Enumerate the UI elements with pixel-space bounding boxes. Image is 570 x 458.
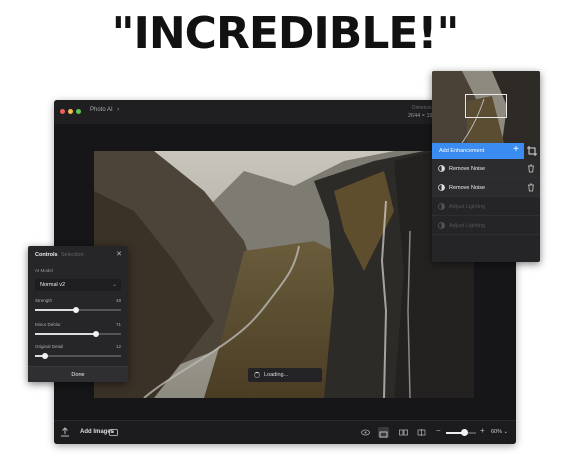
slider-value: 48	[115, 298, 121, 303]
slider-track[interactable]	[35, 306, 121, 313]
close-icon[interactable]: ✕	[116, 250, 122, 258]
photo-preview[interactable]	[94, 151, 474, 398]
add-enhancement-button[interactable]: Add Enhancement +	[432, 143, 524, 159]
chevron-right-icon[interactable]: ›	[117, 106, 119, 113]
side-by-side-icon[interactable]	[398, 427, 409, 438]
tab-controls[interactable]: Controls	[35, 252, 58, 258]
done-button[interactable]: Done	[28, 366, 128, 382]
enhancement-label: Adjust Lighting	[449, 223, 486, 229]
zoom-out-button[interactable]: −	[436, 426, 441, 435]
slider-value: 71	[115, 322, 121, 327]
lighting-icon	[438, 203, 445, 210]
bottom-toolbar: Add Images − + 60% ⌄	[54, 420, 516, 444]
slider-fill	[35, 309, 77, 311]
enhancement-item[interactable]: Adjust Lighting	[432, 197, 540, 216]
enhancement-item[interactable]: Remove Noise	[432, 159, 540, 178]
slider-label: Minor Deblur	[35, 322, 61, 327]
ai-model-value: Normal v2	[40, 282, 66, 288]
split-view-icon[interactable]	[416, 427, 427, 438]
plus-icon: +	[513, 144, 519, 155]
noise-icon	[438, 165, 445, 172]
app-title: Photo AI	[90, 107, 113, 113]
slider-handle[interactable]	[93, 330, 100, 337]
enhancement-label: Remove Noise	[449, 166, 486, 172]
landscape-photo	[94, 151, 474, 398]
slider-track[interactable]	[35, 330, 121, 337]
trash-icon[interactable]	[527, 164, 535, 173]
single-view-button[interactable]	[378, 427, 389, 438]
close-window-button[interactable]	[60, 109, 65, 114]
chevron-down-icon: ⌄	[111, 282, 117, 288]
add-image-icon[interactable]	[109, 428, 118, 437]
enhancement-item[interactable]: Remove Noise	[432, 178, 540, 197]
slider-label: Original Detail	[35, 344, 64, 349]
tab-selection[interactable]: Selection	[61, 252, 84, 258]
noise-icon	[438, 184, 445, 191]
enhancement-item[interactable]: Adjust Lighting	[432, 216, 540, 235]
slider-value: 12	[115, 344, 121, 349]
headline: "INCREDIBLE!"	[111, 8, 460, 59]
single-view-icon	[379, 431, 388, 438]
slider-fill	[35, 333, 97, 335]
controls-panel: Controls Selection ✕ AI Model Normal v2 …	[28, 246, 128, 382]
loading-indicator: Loading...	[248, 368, 322, 382]
loading-text: Loading...	[264, 372, 289, 378]
zoom-slider-handle[interactable]	[460, 429, 468, 436]
trash-icon[interactable]	[527, 183, 535, 192]
navigator-viewport[interactable]	[465, 94, 507, 118]
zoom-slider[interactable]	[446, 429, 476, 436]
image-dimensions: 2644 × 19	[408, 113, 433, 119]
crop-icon	[527, 146, 537, 156]
minimize-window-button[interactable]	[68, 109, 73, 114]
enhancement-label: Remove Noise	[449, 185, 486, 191]
enhancement-label: Adjust Lighting	[449, 204, 486, 210]
add-enhancement-label: Add Enhancement	[439, 148, 485, 154]
slider-track[interactable]	[35, 352, 121, 359]
eye-icon[interactable]	[360, 427, 371, 438]
maximize-window-button[interactable]	[76, 109, 81, 114]
slider-handle[interactable]	[42, 352, 49, 359]
zoom-level-select[interactable]: 60% ⌄	[491, 429, 508, 435]
slider-handle[interactable]	[73, 306, 80, 313]
zoom-in-button[interactable]: +	[480, 426, 485, 435]
enhancements-panel: Add Enhancement + Remove Noise Remove Noi…	[432, 71, 540, 262]
crop-button[interactable]	[524, 143, 540, 159]
ai-model-select[interactable]: Normal v2 ⌄	[35, 279, 121, 291]
upload-icon[interactable]	[60, 427, 70, 437]
ai-model-label: AI Model	[35, 268, 53, 273]
lighting-icon	[438, 222, 445, 229]
spinner-icon	[254, 372, 260, 378]
slider-label: Strength	[35, 298, 53, 303]
